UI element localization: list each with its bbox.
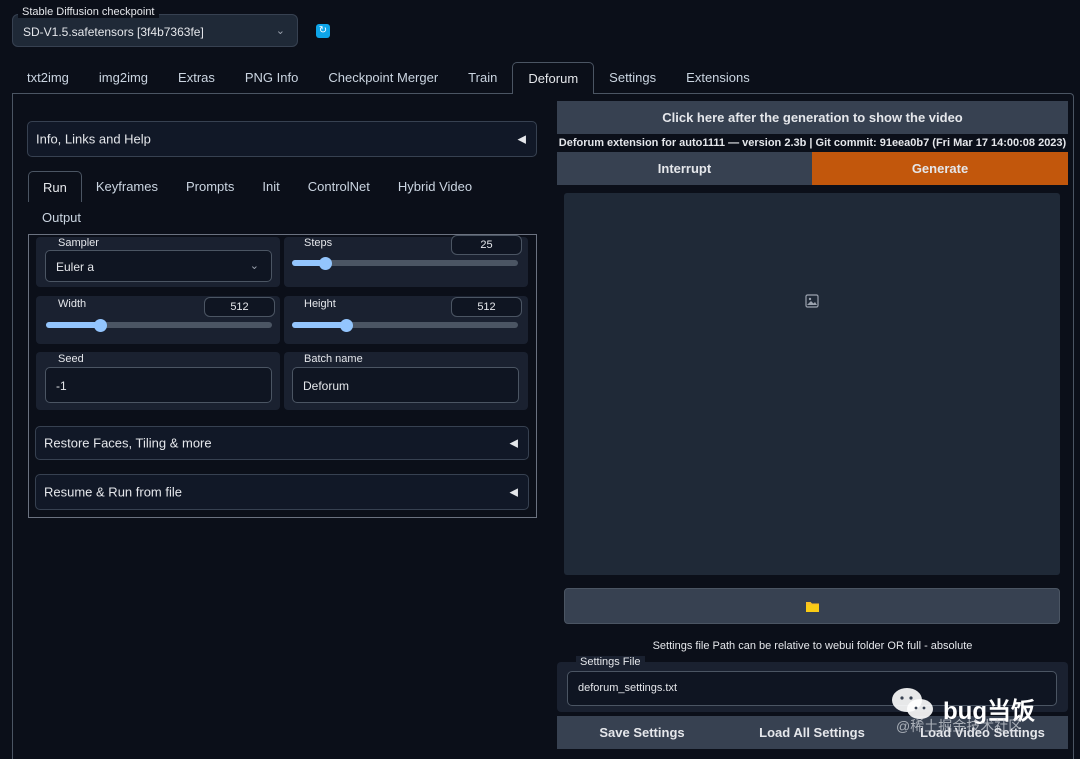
subtab-prompts[interactable]: Prompts	[172, 171, 248, 202]
show-video-button[interactable]: Click here after the generation to show …	[557, 101, 1068, 134]
refresh-icon[interactable]: ↻	[316, 24, 330, 38]
tab-txt2img[interactable]: txt2img	[12, 62, 84, 94]
chevron-down-icon: ⌄	[275, 25, 285, 37]
resume-label: Resume & Run from file	[44, 484, 182, 500]
watermark-sub-text: @稀土掘金技术社区	[896, 718, 1023, 734]
open-folder-button[interactable]	[564, 588, 1060, 624]
triangle-left-icon: ◀	[509, 437, 518, 450]
steps-number-input[interactable]: 25	[451, 235, 522, 255]
info-accordion-label: Info, Links and Help	[36, 131, 151, 147]
width-slider-track[interactable]	[46, 322, 272, 328]
tab-extensions[interactable]: Extensions	[671, 62, 765, 94]
save-settings-button[interactable]: Save Settings	[557, 716, 727, 749]
tab-png-info[interactable]: PNG Info	[230, 62, 313, 94]
triangle-left-icon: ◀	[517, 133, 526, 146]
subtab-init[interactable]: Init	[248, 171, 293, 202]
tab-extras[interactable]: Extras	[163, 62, 230, 94]
tab-checkpoint-merger[interactable]: Checkpoint Merger	[313, 62, 453, 94]
steps-label: Steps	[304, 237, 333, 249]
folder-icon	[806, 602, 819, 612]
chevron-down-icon: ⌄	[249, 260, 259, 272]
info-accordion[interactable]: Info, Links and Help ◀	[27, 121, 537, 157]
deforum-sub-tabs: Run Keyframes Prompts Init ControlNet Hy…	[28, 171, 536, 233]
tab-settings[interactable]: Settings	[594, 62, 671, 94]
sampler-dropdown[interactable]: Euler a ⌄	[45, 250, 272, 282]
height-number-input[interactable]: 512	[451, 297, 522, 317]
image-icon	[805, 294, 819, 308]
sampler-value: Euler a	[56, 260, 95, 274]
tab-train[interactable]: Train	[453, 62, 512, 94]
subtab-hybrid-video[interactable]: Hybrid Video	[384, 171, 486, 202]
checkpoint-dropdown[interactable]: SD-V1.5.safetensors [3f4b7363fe] ⌄	[12, 14, 298, 47]
checkpoint-label: Stable Diffusion checkpoint	[18, 6, 159, 18]
height-slider-knob[interactable]	[339, 319, 353, 332]
subtab-output[interactable]: Output	[28, 202, 95, 233]
tab-deforum[interactable]: Deforum	[512, 62, 595, 94]
restore-faces-accordion[interactable]: Restore Faces, Tiling & more ◀	[35, 426, 529, 460]
height-slider-fill	[292, 322, 347, 328]
checkpoint-value: SD-V1.5.safetensors [3f4b7363fe]	[23, 25, 204, 39]
height-label: Height	[304, 298, 336, 310]
width-number-input[interactable]: 512	[204, 297, 275, 317]
seed-label: Seed	[58, 353, 84, 365]
height-slider-track[interactable]	[292, 322, 518, 328]
restore-faces-label: Restore Faces, Tiling & more	[44, 435, 212, 451]
width-slider-fill	[46, 322, 101, 328]
sampler-label: Sampler	[58, 237, 99, 249]
settings-file-label: Settings File	[576, 656, 645, 668]
tab-img2img[interactable]: img2img	[84, 62, 163, 94]
settings-path-note: Settings file Path can be relative to we…	[652, 640, 973, 652]
resume-accordion[interactable]: Resume & Run from file ◀	[35, 474, 529, 510]
seed-input[interactable]: -1	[45, 367, 272, 403]
batch-name-label: Batch name	[304, 353, 363, 365]
batch-name-value: Deforum	[303, 379, 350, 393]
subtab-run[interactable]: Run	[28, 171, 82, 202]
load-all-settings-button[interactable]: Load All Settings	[727, 716, 897, 749]
width-slider-knob[interactable]	[93, 319, 107, 332]
video-output-area	[564, 193, 1060, 575]
settings-file-value: deforum_settings.txt	[578, 682, 678, 694]
batch-name-input[interactable]: Deforum	[292, 367, 519, 403]
seed-value: -1	[56, 379, 67, 393]
triangle-left-icon: ◀	[509, 486, 518, 499]
generate-button[interactable]: Generate	[812, 152, 1068, 185]
main-tabs: txt2img img2img Extras PNG Info Checkpoi…	[12, 62, 765, 94]
version-info: Deforum extension for auto1111 — version…	[558, 137, 1067, 149]
width-label: Width	[58, 298, 87, 310]
interrupt-button[interactable]: Interrupt	[557, 152, 812, 185]
subtab-controlnet[interactable]: ControlNet	[294, 171, 384, 202]
subtab-keyframes[interactable]: Keyframes	[82, 171, 172, 202]
